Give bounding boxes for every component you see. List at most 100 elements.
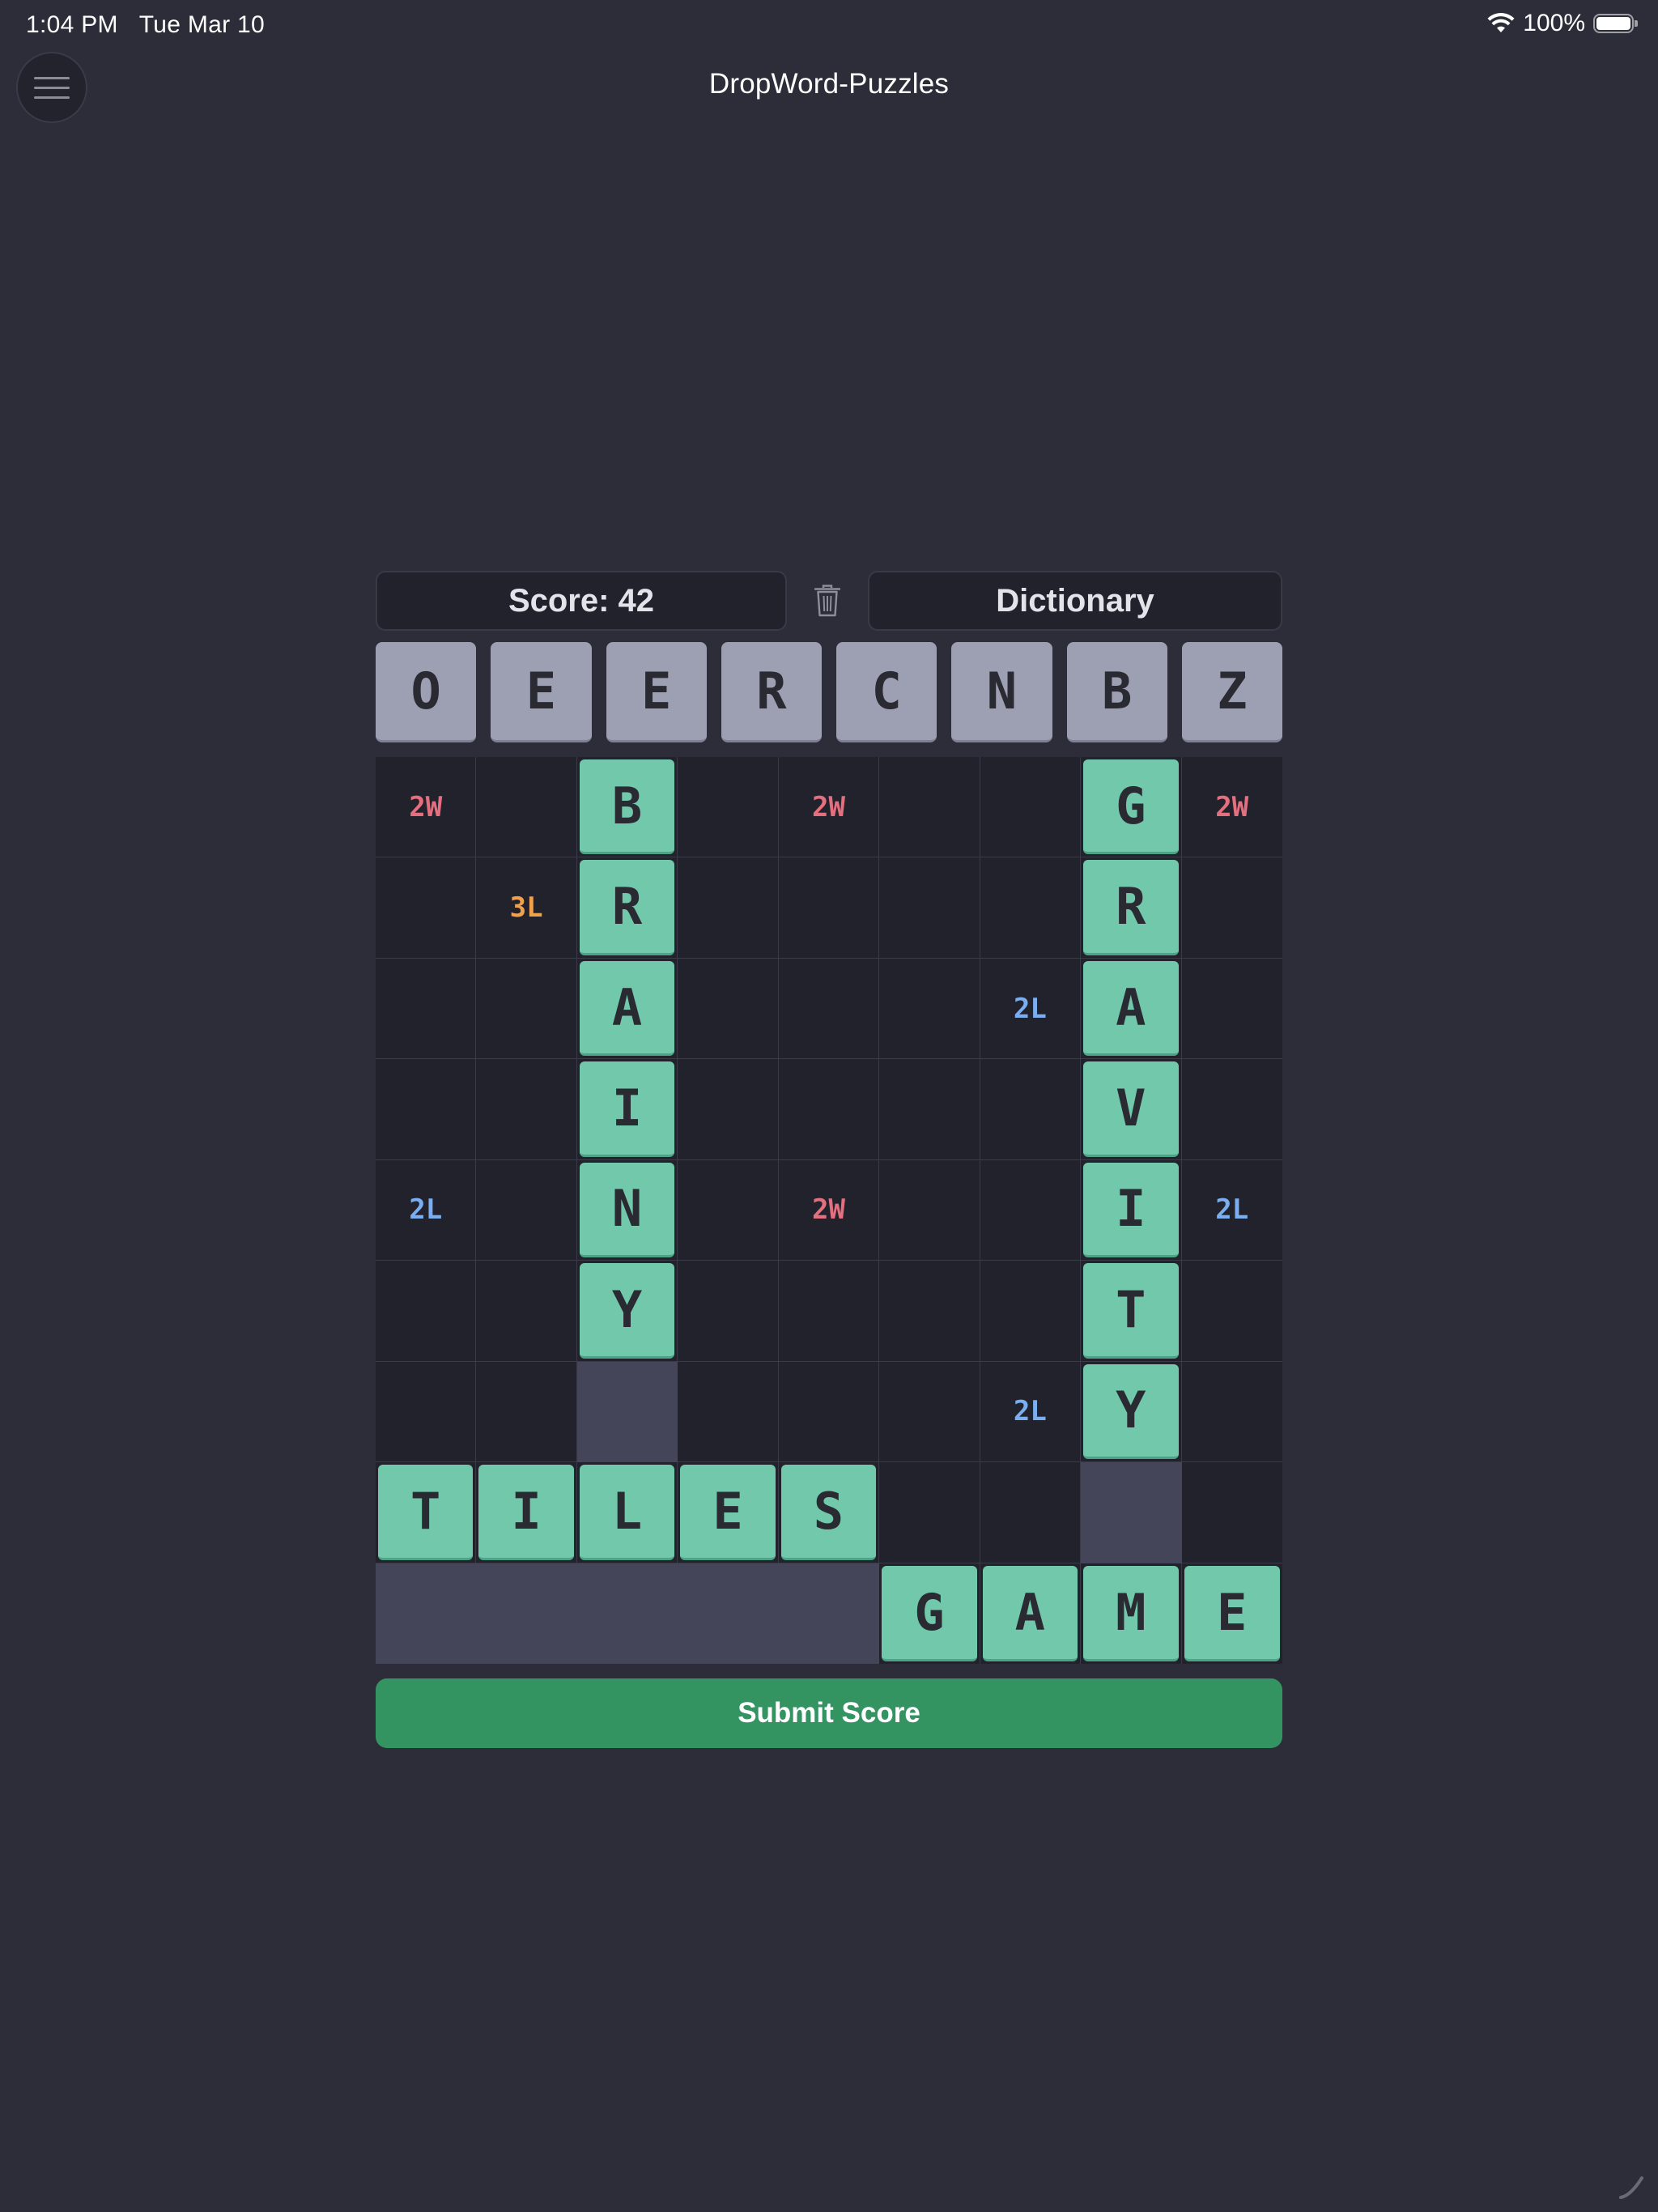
bonus-cell[interactable]: 2L bbox=[1181, 1160, 1282, 1261]
placed-tile[interactable]: G bbox=[1083, 759, 1179, 855]
board-cell[interactable]: G bbox=[1081, 757, 1182, 858]
board-cell[interactable] bbox=[1181, 959, 1282, 1060]
board-cell[interactable] bbox=[980, 1261, 1082, 1362]
placed-tile[interactable]: R bbox=[579, 860, 675, 955]
rack-tile[interactable]: E bbox=[491, 642, 592, 742]
bonus-cell[interactable]: 2L bbox=[980, 1361, 1082, 1463]
board-cell[interactable]: E bbox=[1182, 1563, 1282, 1664]
board-cell[interactable] bbox=[678, 958, 779, 1060]
trash-button[interactable] bbox=[787, 571, 868, 631]
board-cell[interactable] bbox=[778, 958, 880, 1060]
board-cell[interactable]: R bbox=[576, 857, 678, 959]
board-cell[interactable] bbox=[678, 857, 779, 959]
board-cell[interactable] bbox=[476, 958, 577, 1060]
board-cell[interactable]: I bbox=[576, 1059, 678, 1160]
placed-tile[interactable]: V bbox=[1083, 1061, 1179, 1157]
board-cell[interactable]: R bbox=[1081, 857, 1182, 959]
dictionary-button[interactable]: Dictionary bbox=[868, 571, 1282, 631]
board-cell[interactable] bbox=[1181, 1059, 1282, 1160]
board-cell[interactable] bbox=[980, 757, 1082, 858]
placed-tile[interactable]: A bbox=[982, 1565, 1078, 1661]
placed-tile[interactable]: N bbox=[579, 1162, 675, 1258]
board-cell[interactable] bbox=[376, 857, 477, 959]
placed-tile[interactable]: E bbox=[680, 1465, 776, 1560]
board-cell[interactable] bbox=[1181, 857, 1282, 959]
board-cell[interactable] bbox=[778, 1261, 880, 1362]
placed-tile[interactable]: Y bbox=[1083, 1363, 1179, 1460]
board-cell[interactable] bbox=[879, 757, 980, 858]
board-cell[interactable] bbox=[980, 1059, 1082, 1160]
placed-tile[interactable]: E bbox=[1184, 1565, 1280, 1661]
board-cell[interactable] bbox=[1181, 1362, 1282, 1463]
board-cell[interactable] bbox=[376, 958, 477, 1060]
placed-tile[interactable]: S bbox=[780, 1465, 877, 1560]
board-cell[interactable]: I bbox=[1081, 1159, 1182, 1261]
board-cell[interactable] bbox=[778, 1059, 880, 1160]
board-cell[interactable] bbox=[678, 1159, 779, 1261]
rack-tile[interactable]: B bbox=[1066, 642, 1167, 742]
board-cell[interactable]: M bbox=[1081, 1563, 1182, 1664]
rack-tile[interactable]: E bbox=[606, 642, 707, 742]
board-cell[interactable]: V bbox=[1081, 1059, 1182, 1160]
board-cell[interactable] bbox=[476, 757, 577, 858]
board-cell[interactable]: N bbox=[576, 1159, 678, 1261]
board-cell[interactable]: A bbox=[1081, 958, 1182, 1060]
placed-tile[interactable]: L bbox=[579, 1465, 675, 1560]
board-cell[interactable] bbox=[678, 757, 779, 858]
board-cell[interactable] bbox=[376, 1261, 477, 1362]
board-cell[interactable] bbox=[678, 1261, 779, 1362]
rack-tile[interactable]: Z bbox=[1181, 642, 1282, 742]
board-cell[interactable]: T bbox=[376, 1462, 477, 1563]
placed-tile[interactable]: R bbox=[1083, 860, 1179, 955]
rack-tile[interactable]: O bbox=[376, 642, 477, 742]
board-cell[interactable] bbox=[879, 1059, 980, 1160]
placed-tile[interactable]: I bbox=[478, 1465, 574, 1560]
board-cell[interactable] bbox=[476, 1059, 577, 1160]
board-cell[interactable]: T bbox=[1081, 1261, 1182, 1362]
bonus-cell[interactable]: 2W bbox=[778, 1159, 880, 1261]
board-cell[interactable]: B bbox=[576, 757, 678, 858]
board-cell[interactable] bbox=[678, 1059, 779, 1160]
rack-tile[interactable]: N bbox=[951, 642, 1052, 742]
board-cell[interactable] bbox=[678, 1361, 779, 1463]
placed-tile[interactable]: M bbox=[1083, 1565, 1179, 1661]
board-cell[interactable]: L bbox=[576, 1462, 678, 1563]
board-cell[interactable] bbox=[476, 1261, 577, 1362]
bonus-cell[interactable]: 3L bbox=[476, 857, 577, 959]
board-cell[interactable]: G bbox=[879, 1563, 980, 1664]
board-cell[interactable] bbox=[1181, 1261, 1282, 1362]
board-cell[interactable]: S bbox=[778, 1462, 880, 1563]
bonus-cell[interactable]: 2L bbox=[980, 958, 1082, 1060]
board-cell[interactable]: A bbox=[980, 1563, 1082, 1664]
board-cell[interactable]: E bbox=[678, 1462, 779, 1563]
board-cell[interactable] bbox=[376, 1059, 477, 1160]
rack-tile[interactable]: R bbox=[721, 642, 822, 742]
board-cell[interactable] bbox=[980, 857, 1082, 959]
bonus-cell[interactable]: 2W bbox=[376, 757, 477, 858]
board-cell[interactable]: Y bbox=[576, 1261, 678, 1362]
board-cell[interactable] bbox=[1181, 1462, 1282, 1563]
board-cell[interactable] bbox=[476, 1159, 577, 1261]
bonus-cell[interactable]: 2W bbox=[1181, 757, 1282, 858]
board-cell[interactable] bbox=[879, 1462, 980, 1563]
board-cell[interactable]: I bbox=[476, 1462, 577, 1563]
bonus-cell[interactable]: 2W bbox=[778, 757, 880, 858]
board-cell[interactable] bbox=[879, 1361, 980, 1463]
rack-tile[interactable]: C bbox=[836, 642, 937, 742]
placed-tile[interactable]: T bbox=[1083, 1263, 1179, 1359]
placed-tile[interactable]: A bbox=[1083, 960, 1179, 1057]
bonus-cell[interactable]: 2L bbox=[376, 1159, 477, 1261]
placed-tile[interactable]: I bbox=[1083, 1162, 1179, 1258]
board-cell[interactable] bbox=[879, 1261, 980, 1362]
board-cell[interactable] bbox=[879, 857, 980, 959]
board-cell[interactable] bbox=[879, 958, 980, 1060]
board-cell[interactable] bbox=[376, 1361, 477, 1463]
placed-tile[interactable]: T bbox=[378, 1465, 474, 1560]
board-cell[interactable] bbox=[476, 1361, 577, 1463]
board-cell[interactable] bbox=[980, 1462, 1082, 1563]
placed-tile[interactable]: G bbox=[882, 1565, 977, 1661]
board-cell[interactable] bbox=[778, 1361, 880, 1463]
placed-tile[interactable]: Y bbox=[579, 1263, 675, 1359]
board-cell[interactable]: A bbox=[576, 958, 678, 1060]
placed-tile[interactable]: I bbox=[579, 1061, 675, 1157]
